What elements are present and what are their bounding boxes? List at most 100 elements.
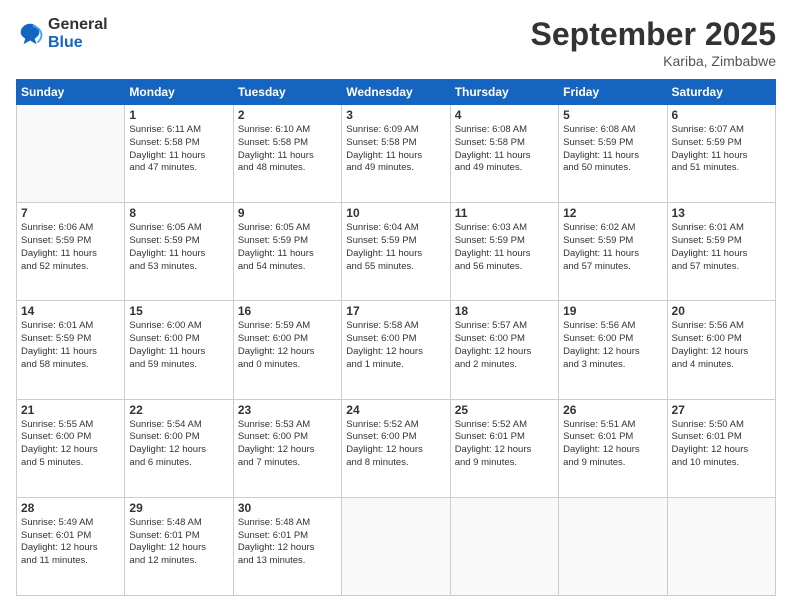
day-info: Sunrise: 6:05 AMSunset: 5:59 PMDaylight:… <box>238 222 337 273</box>
day-info: Sunrise: 5:52 AMSunset: 6:01 PMDaylight:… <box>455 419 554 470</box>
day-info: Sunrise: 5:52 AMSunset: 6:00 PMDaylight:… <box>346 419 445 470</box>
day-number: 29 <box>129 501 228 515</box>
calendar-cell: 26 Sunrise: 5:51 AMSunset: 6:01 PMDayligh… <box>559 399 667 497</box>
calendar-cell: 1 Sunrise: 6:11 AMSunset: 5:58 PMDaylight… <box>125 105 233 203</box>
logo-icon <box>16 20 44 48</box>
day-number: 26 <box>563 403 662 417</box>
day-info: Sunrise: 6:10 AMSunset: 5:58 PMDaylight:… <box>238 124 337 175</box>
day-number: 2 <box>238 108 337 122</box>
day-info: Sunrise: 6:08 AMSunset: 5:59 PMDaylight:… <box>563 124 662 175</box>
calendar-cell: 14 Sunrise: 6:01 AMSunset: 5:59 PMDayligh… <box>17 301 125 399</box>
day-number: 22 <box>129 403 228 417</box>
day-number: 5 <box>563 108 662 122</box>
day-number: 21 <box>21 403 120 417</box>
calendar-cell: 9 Sunrise: 6:05 AMSunset: 5:59 PMDaylight… <box>233 203 341 301</box>
calendar-table: SundayMondayTuesdayWednesdayThursdayFrid… <box>16 79 776 596</box>
calendar-cell: 23 Sunrise: 5:53 AMSunset: 6:00 PMDayligh… <box>233 399 341 497</box>
day-info: Sunrise: 6:01 AMSunset: 5:59 PMDaylight:… <box>21 320 120 371</box>
calendar-cell: 28Sunrise: 5:49 AMSunset: 6:01 PMDayligh… <box>17 497 125 595</box>
day-number: 30 <box>238 501 337 515</box>
calendar-week-row: 14 Sunrise: 6:01 AMSunset: 5:59 PMDayligh… <box>17 301 776 399</box>
day-number: 6 <box>672 108 771 122</box>
day-number: 9 <box>238 206 337 220</box>
day-info: Sunrise: 5:57 AMSunset: 6:00 PMDaylight:… <box>455 320 554 371</box>
calendar-cell: 4Sunrise: 6:08 AMSunset: 5:58 PMDaylight… <box>450 105 558 203</box>
calendar-cell <box>342 497 450 595</box>
calendar-cell: 2 Sunrise: 6:10 AMSunset: 5:58 PMDaylight… <box>233 105 341 203</box>
day-info: Sunrise: 5:49 AMSunset: 6:01 PMDaylight:… <box>21 517 120 568</box>
page: General Blue September 2025 Kariba, Zimb… <box>0 0 792 612</box>
calendar-day-header: Wednesday <box>342 80 450 105</box>
day-number: 7 <box>21 206 120 220</box>
day-number: 17 <box>346 304 445 318</box>
day-info: Sunrise: 5:48 AMSunset: 6:01 PMDaylight:… <box>129 517 228 568</box>
calendar-cell: 8Sunrise: 6:05 AMSunset: 5:59 PMDaylight… <box>125 203 233 301</box>
day-info: Sunrise: 5:54 AMSunset: 6:00 PMDaylight:… <box>129 419 228 470</box>
calendar-cell: 5 Sunrise: 6:08 AMSunset: 5:59 PMDaylight… <box>559 105 667 203</box>
calendar-cell: 15 Sunrise: 6:00 AMSunset: 6:00 PMDayligh… <box>125 301 233 399</box>
calendar-week-row: 21 Sunrise: 5:55 AMSunset: 6:00 PMDayligh… <box>17 399 776 497</box>
calendar-day-header: Sunday <box>17 80 125 105</box>
calendar-cell: 17 Sunrise: 5:58 AMSunset: 6:00 PMDayligh… <box>342 301 450 399</box>
header: General Blue September 2025 Kariba, Zimb… <box>16 16 776 69</box>
calendar-cell: 20 Sunrise: 5:56 AMSunset: 6:00 PMDayligh… <box>667 301 775 399</box>
day-number: 27 <box>672 403 771 417</box>
day-info: Sunrise: 5:53 AMSunset: 6:00 PMDaylight:… <box>238 419 337 470</box>
day-number: 15 <box>129 304 228 318</box>
day-info: Sunrise: 6:02 AMSunset: 5:59 PMDaylight:… <box>563 222 662 273</box>
day-number: 8 <box>129 206 228 220</box>
day-info: Sunrise: 5:56 AMSunset: 6:00 PMDaylight:… <box>563 320 662 371</box>
day-info: Sunrise: 6:03 AMSunset: 5:59 PMDaylight:… <box>455 222 554 273</box>
day-info: Sunrise: 5:51 AMSunset: 6:01 PMDaylight:… <box>563 419 662 470</box>
day-info: Sunrise: 6:11 AMSunset: 5:58 PMDaylight:… <box>129 124 228 175</box>
calendar-cell: 25 Sunrise: 5:52 AMSunset: 6:01 PMDayligh… <box>450 399 558 497</box>
logo: General Blue <box>16 16 108 51</box>
calendar-cell: 6Sunrise: 6:07 AMSunset: 5:59 PMDaylight… <box>667 105 775 203</box>
day-number: 16 <box>238 304 337 318</box>
day-info: Sunrise: 6:06 AMSunset: 5:59 PMDaylight:… <box>21 222 120 273</box>
calendar-cell: 13 Sunrise: 6:01 AMSunset: 5:59 PMDayligh… <box>667 203 775 301</box>
day-number: 23 <box>238 403 337 417</box>
calendar-cell: 10Sunrise: 6:04 AMSunset: 5:59 PMDayligh… <box>342 203 450 301</box>
title-block: September 2025 Kariba, Zimbabwe <box>531 16 776 69</box>
calendar-day-header: Friday <box>559 80 667 105</box>
calendar-cell: 29 Sunrise: 5:48 AMSunset: 6:01 PMDayligh… <box>125 497 233 595</box>
calendar-cell: 3Sunrise: 6:09 AMSunset: 5:58 PMDaylight… <box>342 105 450 203</box>
calendar-cell: 27 Sunrise: 5:50 AMSunset: 6:01 PMDayligh… <box>667 399 775 497</box>
calendar-week-row: 1 Sunrise: 6:11 AMSunset: 5:58 PMDaylight… <box>17 105 776 203</box>
calendar-cell: 24 Sunrise: 5:52 AMSunset: 6:00 PMDayligh… <box>342 399 450 497</box>
calendar-cell: 16 Sunrise: 5:59 AMSunset: 6:00 PMDayligh… <box>233 301 341 399</box>
day-info: Sunrise: 5:50 AMSunset: 6:01 PMDaylight:… <box>672 419 771 470</box>
day-info: Sunrise: 5:48 AMSunset: 6:01 PMDaylight:… <box>238 517 337 568</box>
day-info: Sunrise: 6:08 AMSunset: 5:58 PMDaylight:… <box>455 124 554 175</box>
calendar-day-header: Saturday <box>667 80 775 105</box>
day-number: 24 <box>346 403 445 417</box>
day-info: Sunrise: 5:59 AMSunset: 6:00 PMDaylight:… <box>238 320 337 371</box>
calendar-day-header: Tuesday <box>233 80 341 105</box>
day-number: 1 <box>129 108 228 122</box>
day-info: Sunrise: 5:55 AMSunset: 6:00 PMDaylight:… <box>21 419 120 470</box>
calendar-day-header: Thursday <box>450 80 558 105</box>
day-number: 25 <box>455 403 554 417</box>
day-number: 20 <box>672 304 771 318</box>
day-number: 12 <box>563 206 662 220</box>
calendar-cell: 18Sunrise: 5:57 AMSunset: 6:00 PMDayligh… <box>450 301 558 399</box>
calendar-week-row: 7 Sunrise: 6:06 AMSunset: 5:59 PMDaylight… <box>17 203 776 301</box>
calendar-week-row: 28Sunrise: 5:49 AMSunset: 6:01 PMDayligh… <box>17 497 776 595</box>
day-info: Sunrise: 5:58 AMSunset: 6:00 PMDaylight:… <box>346 320 445 371</box>
calendar-cell: 30 Sunrise: 5:48 AMSunset: 6:01 PMDayligh… <box>233 497 341 595</box>
logo-text: General Blue <box>48 16 108 51</box>
day-number: 13 <box>672 206 771 220</box>
calendar-cell: 7 Sunrise: 6:06 AMSunset: 5:59 PMDaylight… <box>17 203 125 301</box>
day-info: Sunrise: 6:00 AMSunset: 6:00 PMDaylight:… <box>129 320 228 371</box>
calendar-cell <box>667 497 775 595</box>
day-number: 14 <box>21 304 120 318</box>
day-info: Sunrise: 5:56 AMSunset: 6:00 PMDaylight:… <box>672 320 771 371</box>
calendar-cell <box>559 497 667 595</box>
calendar-day-header: Monday <box>125 80 233 105</box>
calendar-cell: 19 Sunrise: 5:56 AMSunset: 6:00 PMDayligh… <box>559 301 667 399</box>
day-info: Sunrise: 6:01 AMSunset: 5:59 PMDaylight:… <box>672 222 771 273</box>
location: Kariba, Zimbabwe <box>531 53 776 69</box>
day-number: 19 <box>563 304 662 318</box>
calendar-cell <box>17 105 125 203</box>
